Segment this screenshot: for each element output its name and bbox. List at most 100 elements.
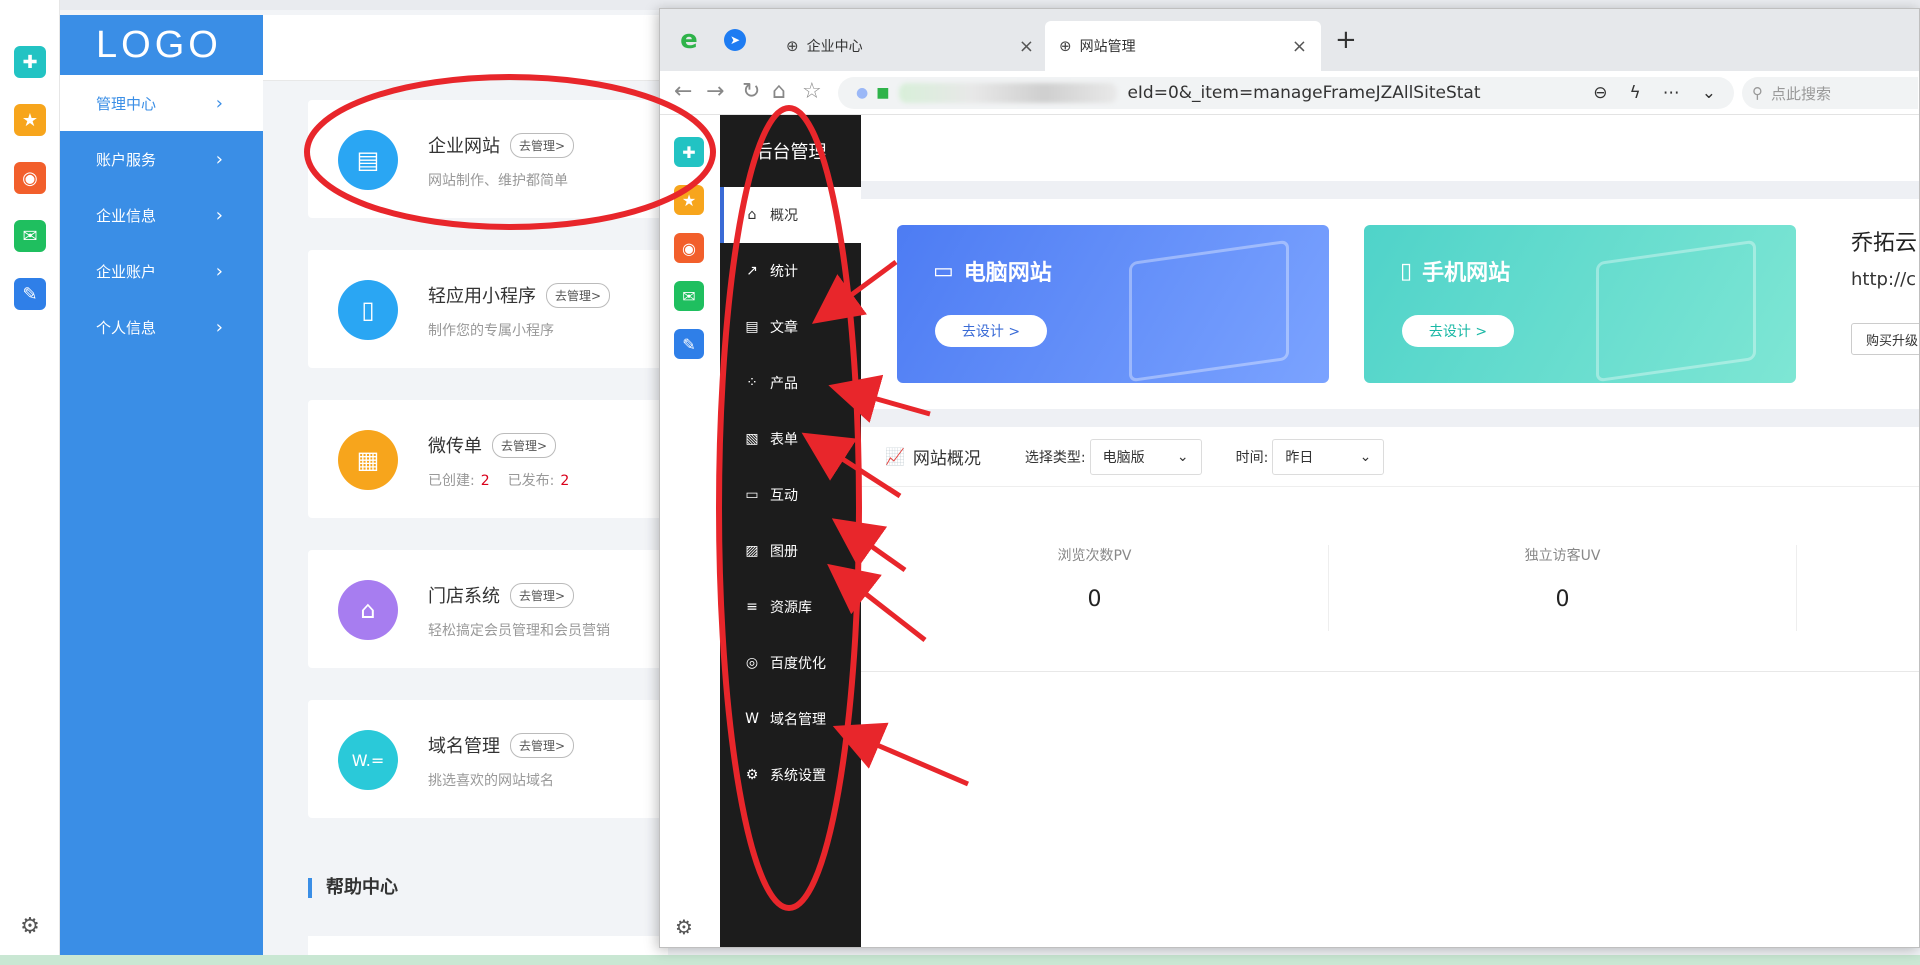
document-edit-icon[interactable]: ✎ [674,329,704,359]
album-icon: ▨ [745,543,759,559]
new-tab-button[interactable]: + [1335,25,1357,55]
admin-content: ▭ 电脑网站 去设计 > ▯ 手机网站 去设计 > 乔拓云 http://c 购买升… [861,115,1919,947]
url-bar[interactable]: ● ■ eId=0&_item=manageFrameJZAllSiteStat… [838,77,1734,109]
form-icon: ▧ [745,431,759,447]
card-title: 微传单 [428,436,482,457]
manage-button[interactable]: 去管理> [510,732,575,758]
document-edit-icon[interactable]: ✎ [14,278,46,310]
menu-item-album[interactable]: ▨ 图册 [720,523,861,579]
sidebar-item-personal-info[interactable]: 个人信息 › [60,299,263,355]
card-title: 门店系统 [428,586,500,607]
menu-item-article[interactable]: ▤ 文章 [720,299,861,355]
time-select[interactable]: 昨日 ⌄ [1272,438,1385,475]
tab-bar: e ➤ ⊕ 企业中心 × ⊕ 网站管理 × + [660,9,1919,71]
weibo-icon[interactable]: ◉ [14,162,46,194]
card-enterprise-website[interactable]: ▤ 企业网站 去管理> 网站制作、维护都简单 [308,100,668,218]
phone-icon: ▯ [1400,258,1413,284]
star-icon[interactable]: ★ [14,104,46,136]
website-icon: ▤ [338,130,398,190]
design-pc-button[interactable]: 去设计 > [935,315,1047,347]
card-desc: 制作您的专属小程序 [428,323,554,339]
paper-plane-icon[interactable]: ➤ [724,29,746,51]
manage-button[interactable]: 去管理> [546,282,611,308]
help-card [308,936,668,955]
favorites-icon[interactable]: ☆ [802,79,822,104]
weibo-icon[interactable]: ◉ [674,233,704,263]
manage-button[interactable]: 去管理> [510,582,575,608]
chevron-right-icon: › [215,92,223,114]
admin-title: 后台管理 [754,142,827,163]
manage-button[interactable]: 去管理> [510,132,575,158]
menu-item-system-settings[interactable]: ⚙ 系统设置 [720,747,861,803]
refresh-icon[interactable]: ↻ [742,79,760,104]
card-micro-flyer[interactable]: ▦ 微传单 去管理> 已创建: 2 已发布: 2 [308,400,668,518]
card-mini-program[interactable]: ▯ 轻应用小程序 去管理> 制作您的专属小程序 [308,250,668,368]
settings-gear-icon[interactable]: ⚙ [16,912,44,940]
settings-gear-icon[interactable]: ⚙ [675,915,693,939]
chevron-down-icon: ⌄ [1176,448,1189,465]
menu-item-product[interactable]: ⁘ 产品 [720,355,861,411]
menu-item-resource-library[interactable]: ≡ 资源库 [720,579,861,635]
menu-item-baidu-seo[interactable]: ◎ 百度优化 [720,635,861,691]
gear-icon: ⚙ [745,767,759,783]
zoom-icon[interactable]: ⊖ [1593,83,1607,103]
menu-item-overview[interactable]: ⌂ 概况 [720,187,861,243]
search-placeholder: 点此搜索 [1771,84,1832,103]
card-desc: 轻松搞定会员管理和会员营销 [428,623,610,639]
design-mobile-button[interactable]: 去设计 > [1402,315,1514,347]
card-domain-management[interactable]: W.= 域名管理 去管理> 挑选喜欢的网站域名 [308,700,668,818]
home-icon[interactable]: ⌂ [772,79,786,104]
banner-mobile-site[interactable]: ▯ 手机网站 去设计 > [1364,225,1796,383]
forward-arrow-icon[interactable]: → [706,79,724,104]
chevron-right-icon: › [215,316,223,338]
lightning-icon[interactable]: ϟ [1630,83,1641,103]
card-title: 企业网站 [428,136,500,157]
help-center-title: 帮助中心 [308,878,398,898]
close-tab-icon[interactable]: × [1019,36,1034,57]
buy-upgrade-button[interactable]: 购买升级 [1851,323,1919,355]
search-icon: ⚲ [1752,84,1763,102]
lock-icon: ■ [876,85,890,101]
globe-icon: ⊕ [1059,37,1072,55]
menu-item-stats[interactable]: ↗ 统计 [720,243,861,299]
site-url[interactable]: http://c [1851,269,1916,290]
home-icon: ⌂ [747,207,757,223]
globe-icon: ⊕ [786,37,799,55]
product-icon: ⁘ [746,375,758,391]
main-sidebar: LOGO 管理中心 › 账户服务 › 企业信息 › 企业账户 › 个人信息 › [60,15,263,955]
mail-icon[interactable]: ✉ [674,281,704,311]
sidebar-item-management-center[interactable]: 管理中心 › [60,75,263,131]
sidebar-item-account-service[interactable]: 账户服务 › [60,131,263,187]
plus-app-icon[interactable]: ✚ [14,46,46,78]
menu-item-form[interactable]: ▧ 表单 [720,411,861,467]
line-chart-icon: 📈 [885,447,905,466]
card-title: 轻应用小程序 [428,286,536,307]
tab-site-management[interactable]: ⊕ 网站管理 × [1045,21,1321,71]
menu-item-domain[interactable]: W 域名管理 [720,691,861,747]
inner-icon-rail: ✚ ★ ◉ ✉ ✎ ⚙ [660,115,720,947]
tab-enterprise-center[interactable]: ⊕ 企业中心 × [772,21,1048,71]
close-tab-icon[interactable]: × [1292,36,1307,57]
hero-section: ▭ 电脑网站 去设计 > ▯ 手机网站 去设计 > 乔拓云 http://c 购买升… [861,199,1919,409]
chevron-down-icon[interactable]: ⌄ [1702,83,1716,103]
browser-logo-icon[interactable]: e [674,25,704,55]
type-select[interactable]: 电脑版 ⌄ [1089,438,1202,475]
sidebar-item-company-info[interactable]: 企业信息 › [60,187,263,243]
site-info-icon[interactable]: ● [856,85,868,101]
chevron-right-icon: › [215,204,223,226]
published-count: 2 [560,473,570,489]
manage-button[interactable]: 去管理> [492,432,557,458]
card-desc: 挑选喜欢的网站域名 [428,773,554,789]
banner-pc-site[interactable]: ▭ 电脑网站 去设计 > [897,225,1329,383]
search-box[interactable]: ⚲ 点此搜索 [1742,77,1918,109]
card-store-system[interactable]: ⌂ 门店系统 去管理> 轻松搞定会员管理和会员营销 [308,550,668,668]
more-icon[interactable]: ⋯ [1663,83,1680,103]
menu-item-interaction[interactable]: ▭ 互动 [720,467,861,523]
sidebar-item-company-account[interactable]: 企业账户 › [60,243,263,299]
content-header [861,115,1919,181]
mail-icon[interactable]: ✉ [14,220,46,252]
star-icon[interactable]: ★ [674,185,704,215]
card-desc: 已创建: 2 已发布: 2 [428,473,570,489]
back-arrow-icon[interactable]: ← [674,79,692,104]
plus-app-icon[interactable]: ✚ [674,137,704,167]
